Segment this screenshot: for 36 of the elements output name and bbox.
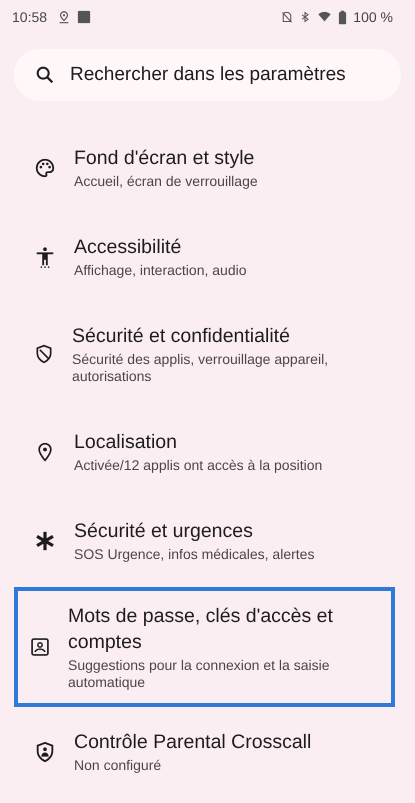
item-title: Fond d'écran et style xyxy=(74,146,256,171)
settings-item[interactable]: Sécurité et urgences SOS Urgence, infos médicales, alertes xyxy=(0,496,401,585)
shield-icon xyxy=(34,343,54,365)
item-subtitle: Activée/12 applis ont accès à la position xyxy=(74,457,322,474)
status-time: 10:58 xyxy=(12,9,48,25)
account-box-icon xyxy=(30,637,50,657)
item-subtitle: Sécurité des applis, verrouillage appareil, autorisations xyxy=(72,351,330,385)
item-title: Mots de passe, clés d'accès et comptes xyxy=(68,604,334,655)
item-title: Localisation xyxy=(74,430,178,455)
item-subtitle: Accueil, écran de verrouillage xyxy=(74,173,258,190)
settings-item[interactable]: Localisation Activée/12 applis ont accès à la position xyxy=(0,407,401,496)
accessibility-figure-icon xyxy=(34,244,56,268)
settings-item[interactable]: Sécurité et confidentialité Sécurité des applis, verrouillage appareil, autorisations xyxy=(0,301,401,407)
battery-icon xyxy=(338,10,348,24)
item-subtitle: Non configuré xyxy=(74,757,162,774)
settings-item[interactable]: Contrôle Parental Crosscall Non configuré xyxy=(0,707,401,796)
item-subtitle: SOS Urgence, infos médicales, alertes xyxy=(74,546,314,563)
no-sim-icon xyxy=(281,10,294,24)
item-title: Sécurité et confidentialité xyxy=(72,324,291,349)
asterisk-icon xyxy=(34,530,56,552)
settings-item[interactable]: Fond d'écran et style Accueil, écran de verrouillage xyxy=(0,123,401,212)
shield-person-icon xyxy=(34,740,56,764)
bluetooth-icon xyxy=(299,10,312,24)
palette-icon xyxy=(34,156,56,178)
item-title: Accessibilité xyxy=(74,235,182,260)
wifi-icon xyxy=(317,10,332,24)
location-pin-icon xyxy=(57,10,72,24)
item-title: Contrôle Parental Crosscall xyxy=(74,730,312,755)
search-field[interactable]: Rechercher dans les paramètres xyxy=(14,49,401,101)
item-title: Sécurité et urgences xyxy=(74,519,254,544)
battery-percentage: 100 % xyxy=(353,9,393,25)
item-subtitle: Affichage, interaction, audio xyxy=(74,262,247,279)
settings-item[interactable]: Mots de passe, clés d'accès et comptes Suggestions pour la connexion et la saisie automatique xyxy=(14,587,395,707)
settings-item[interactable]: Accessibilité Affichage, interaction, audio xyxy=(0,212,401,301)
item-subtitle: Suggestions pour la connexion et la saisie automatique xyxy=(68,657,331,691)
app-notification-icon xyxy=(77,10,92,24)
